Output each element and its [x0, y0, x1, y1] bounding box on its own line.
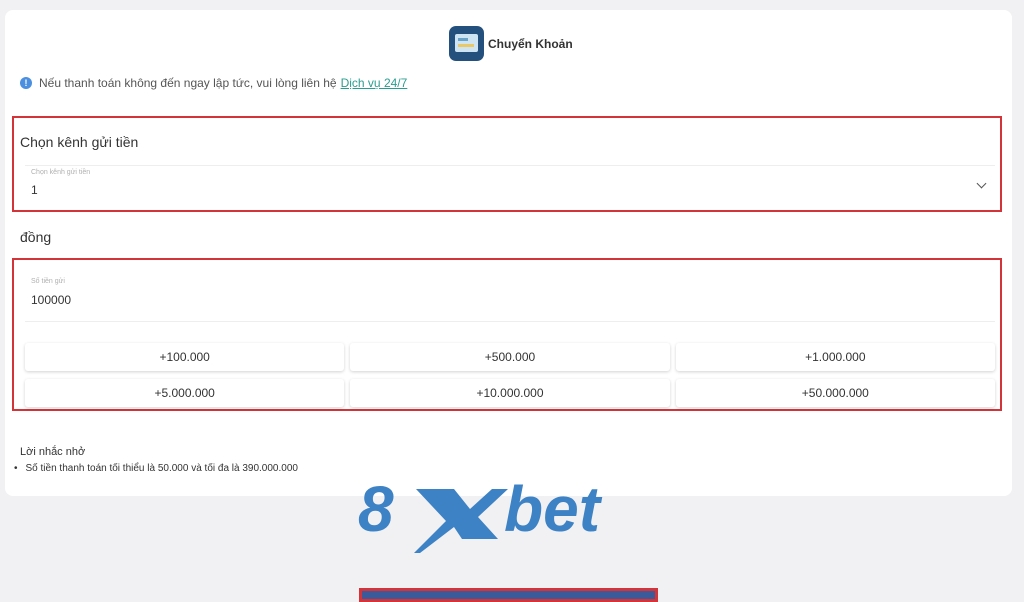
submit-button-highlight[interactable]	[359, 588, 658, 602]
logo-text-bet: bet	[504, 475, 603, 545]
deposit-card: Chuyển Khoản ! Nếu thanh toán không đến …	[5, 10, 1012, 496]
quick-amount-button[interactable]: +50.000.000	[675, 379, 995, 407]
reminder-title: Lời nhắc nhở	[20, 446, 86, 458]
channel-section-title: Chọn kênh gửi tiền	[20, 134, 139, 150]
quick-amount-grid: +100.000 +500.000 +1.000.000 +5.000.000 …	[25, 343, 995, 407]
quick-amount-button[interactable]: +500.000	[350, 343, 670, 371]
notice-text: Nếu thanh toán không đến ngay lập tức, v…	[39, 76, 337, 90]
quick-amount-button[interactable]: +5.000.000	[25, 379, 345, 407]
amount-input-label: Số tiền gửi	[31, 278, 65, 285]
chevron-down-icon[interactable]	[976, 178, 987, 189]
payment-notice: ! Nếu thanh toán không đến ngay lập tức,…	[20, 76, 407, 90]
8xbet-logo: 8 bet	[358, 475, 603, 553]
bank-transfer-icon	[449, 26, 484, 61]
method-header: Chuyển Khoản	[5, 26, 1012, 62]
amount-input[interactable]: Số tiền gửi 100000	[25, 273, 995, 322]
logo-x-mark	[414, 489, 508, 553]
method-title: Chuyển Khoản	[488, 37, 573, 51]
channel-select-value: 1	[31, 183, 38, 197]
quick-amount-button[interactable]: +10.000.000	[350, 379, 670, 407]
channel-select[interactable]: Chọn kênh gửi tiền 1	[25, 165, 995, 206]
quick-amount-button[interactable]: +1.000.000	[675, 343, 995, 371]
reminder-list: • Số tiền thanh toán tối thiểu là 50.000…	[14, 463, 298, 474]
bullet-icon: •	[14, 463, 18, 474]
info-icon: !	[20, 77, 32, 89]
quick-amount-button[interactable]: +100.000	[25, 343, 345, 371]
currency-label: đồng	[20, 229, 52, 245]
support-link[interactable]: Dịch vụ 24/7	[341, 76, 408, 90]
channel-select-label: Chọn kênh gửi tiền	[31, 169, 91, 176]
logo-text-8: 8	[358, 475, 394, 545]
reminder-item: Số tiền thanh toán tối thiểu là 50.000 v…	[25, 463, 298, 474]
amount-input-value[interactable]: 100000	[31, 293, 71, 307]
